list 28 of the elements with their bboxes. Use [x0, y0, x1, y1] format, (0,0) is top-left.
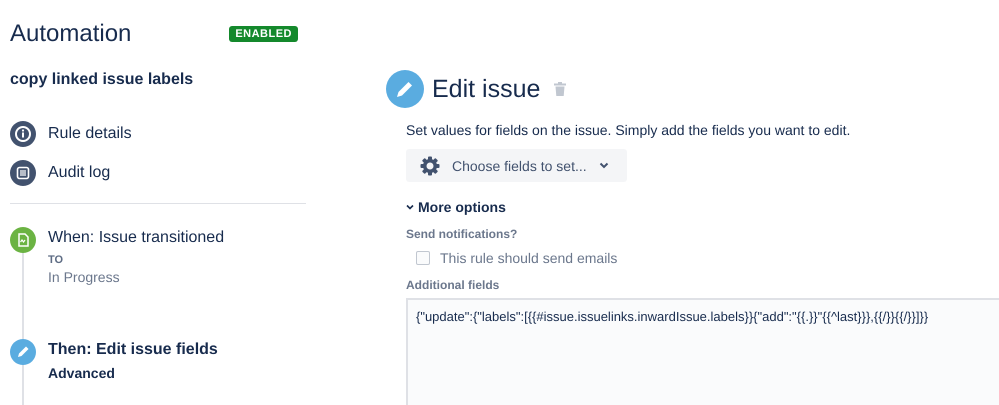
trash-icon[interactable] [554, 82, 566, 96]
page-title: Automation [10, 20, 132, 48]
pencil-icon [10, 339, 36, 365]
info-icon [10, 121, 36, 147]
step-detail: Advanced [48, 365, 116, 381]
nav-item[interactable]: Rule details [10, 121, 306, 147]
status-badge: ENABLED [229, 26, 298, 42]
field-label: Send notifications? [406, 227, 518, 241]
step-detail-label: TO [48, 254, 64, 266]
document-icon [10, 227, 36, 253]
step-detail: In Progress [48, 269, 121, 285]
pencil-icon [386, 70, 424, 108]
step-title[interactable]: When: Issue transitioned [48, 226, 224, 250]
panel-title: Edit issue [432, 74, 540, 104]
nav-item[interactable]: Audit log [10, 160, 306, 186]
list-icon [10, 160, 36, 186]
field-label: Additional fields [406, 278, 500, 292]
description-text: Set values for fields on the issue. Simply add the fields you want to edit. [406, 122, 852, 138]
chevron-icon [406, 204, 414, 210]
rule-name: copy linked issue labels [10, 71, 194, 89]
gear-icon [420, 156, 440, 176]
additional-fields-input[interactable]: {"update":{"labels":[{{#issue.issuelinks.inwardIssue.labels}}{"add":"{{.}}"{{^last}}},{{/}}{{/}}]}} [406, 298, 999, 405]
checkbox-label: This rule should send emails [440, 250, 618, 266]
more-options-toggle[interactable]: More options [406, 199, 506, 215]
choose-fields-dropdown[interactable]: Choose fields to set... [406, 149, 627, 182]
checkbox[interactable] [416, 251, 430, 265]
step-title[interactable]: Then: Edit issue fields [48, 338, 218, 362]
chevron-down-icon [598, 162, 609, 169]
